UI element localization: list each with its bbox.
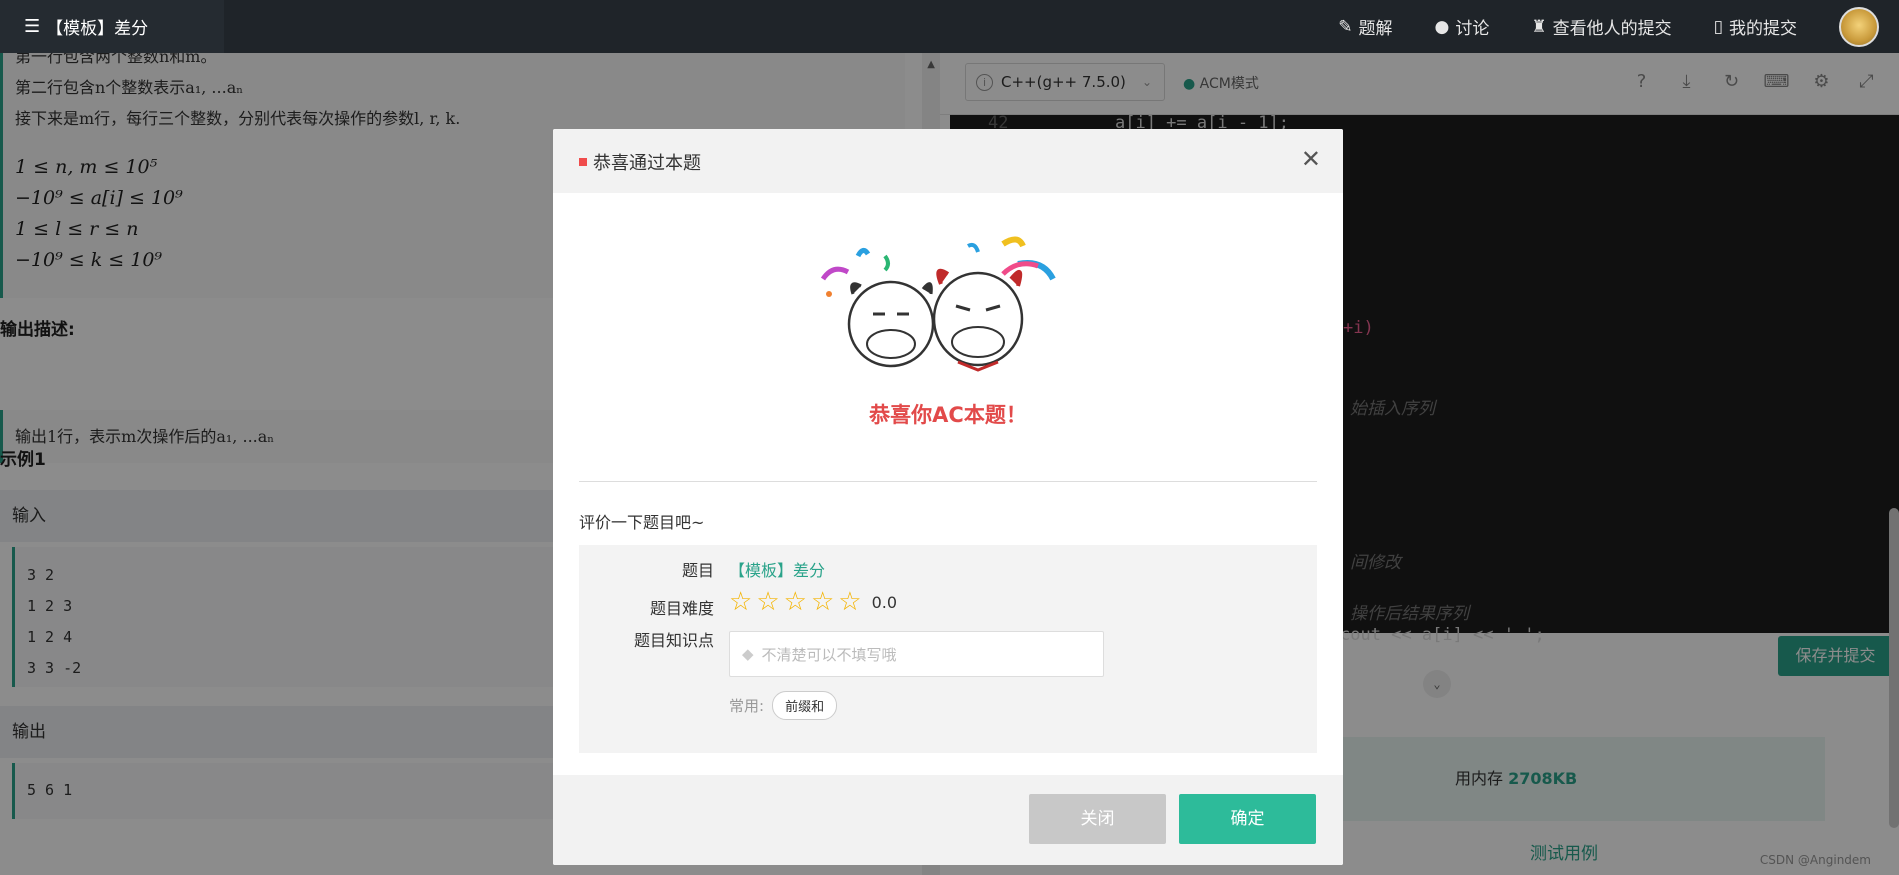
common-tags: 常用: 前缀和 [729,691,838,720]
rate-prompt: 评价一下题目吧~ [579,513,705,532]
nav-solutions[interactable]: ✎ 题解 [1338,14,1393,40]
top-bar: ☰ 【模板】差分 ✎ 题解 ● 讨论 ♜ 查看他人的提交 ▯ 我的提交 [0,0,1899,53]
edit-icon: ✎ [1338,16,1353,37]
nav-my-submissions[interactable]: ▯ 我的提交 [1713,14,1797,40]
nav-others-submissions[interactable]: ♜ 查看他人的提交 [1531,14,1672,40]
tag-icon: ◆ [742,645,754,663]
knowledge-label: 题目知识点 [633,631,714,650]
chat-icon: ● [1434,16,1450,37]
tag-chip[interactable]: 前缀和 [772,691,838,720]
problem-link[interactable]: 【模板】差分 [729,557,825,581]
problem-label: 题目 [681,561,714,580]
star-icon[interactable]: ☆ [729,589,752,615]
star-icon[interactable]: ☆ [784,589,807,615]
list-icon[interactable]: ☰ [24,16,40,37]
star-icon[interactable]: ☆ [838,589,861,615]
dialog-title: 恭喜通过本题 [593,153,701,174]
common-label: 常用: [729,697,765,715]
difficulty-score: 0.0 [871,592,898,612]
congrats-text: 恭喜你AC本题！ [869,403,1027,427]
divider [579,481,1317,482]
nav-solutions-label: 题解 [1358,19,1393,39]
close-icon[interactable]: ✕ [1301,145,1321,173]
confirm-button[interactable]: 确定 [1179,794,1316,844]
tag-placeholder: 不清楚可以不填写哦 [761,645,897,664]
trophy-icon: ♜ [1531,16,1547,37]
difficulty-label: 题目难度 [649,599,714,618]
problem-tab-title: 【模板】差分 [46,19,149,39]
rating-panel: 题目 【模板】差分 题目难度 ☆ ☆ ☆ ☆ ☆ 0.0 题目知识点 ◆ 不清楚… [579,545,1317,753]
star-icon[interactable]: ☆ [811,589,834,615]
accepted-dialog: 恭喜通过本题 ✕ 恭喜你AC本题！ 评价一下题目吧~ 题目 【模板】差分 题目难… [553,129,1343,865]
nav-discussion[interactable]: ● 讨论 [1434,14,1490,40]
dialog-footer: 关闭 确定 [553,775,1343,865]
top-nav: ✎ 题解 ● 讨论 ♜ 查看他人的提交 ▯ 我的提交 [1338,0,1899,53]
star-icon[interactable]: ☆ [756,589,779,615]
dialog-header: 恭喜通过本题 ✕ [553,129,1343,193]
problem-tab[interactable]: ☰ 【模板】差分 [0,0,224,53]
difficulty-rating[interactable]: ☆ ☆ ☆ ☆ ☆ 0.0 [729,589,897,615]
nav-others-submissions-label: 查看他人的提交 [1552,19,1672,39]
file-icon: ▯ [1713,16,1723,37]
close-button[interactable]: 关闭 [1029,794,1166,844]
avatar[interactable] [1839,6,1879,47]
celebration-cows-illustration [820,236,1056,372]
knowledge-tag-input[interactable]: ◆ 不清楚可以不填写哦 [729,631,1104,677]
nav-discussion-label: 讨论 [1455,19,1490,39]
nav-my-submissions-label: 我的提交 [1729,19,1797,39]
title-marker [579,158,587,166]
